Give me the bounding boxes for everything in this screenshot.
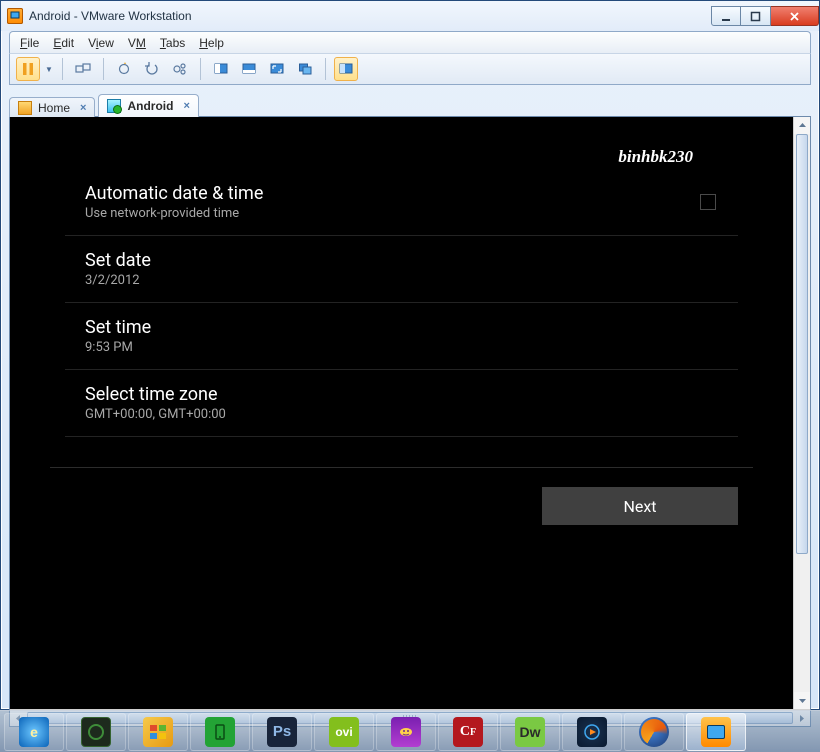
pause-menu-drop[interactable]: ▼: [44, 65, 54, 74]
task-dreamweaver[interactable]: Dw: [500, 713, 560, 751]
watermark-text: binhbk230: [618, 147, 693, 167]
windows-flag-icon: [143, 717, 173, 747]
window-title: Android - VMware Workstation: [29, 9, 192, 23]
maximize-button[interactable]: [741, 6, 771, 26]
divider: [50, 467, 753, 468]
android-setup-screen: binhbk230 Automatic date & time Use netw…: [10, 117, 793, 709]
dark-app-icon: [81, 717, 111, 747]
scroll-up-arrow[interactable]: [794, 117, 810, 134]
vmware-icon: [7, 8, 23, 24]
tabstrip: Home × Android ×: [9, 91, 811, 117]
menu-view[interactable]: View: [88, 36, 114, 50]
setting-sub: GMT+00:00, GMT+00:00: [85, 407, 718, 422]
setting-sub: 3/2/2012: [85, 273, 718, 288]
tab-home-label: Home: [38, 101, 70, 115]
setting-title: Select time zone: [85, 384, 718, 405]
menu-file[interactable]: File: [20, 36, 39, 50]
pause-button[interactable]: [16, 57, 40, 81]
menu-help[interactable]: Help: [199, 36, 224, 50]
dreamweaver-icon: Dw: [515, 717, 545, 747]
tab-android-close[interactable]: ×: [183, 100, 189, 112]
window-controls: [711, 6, 819, 26]
task-media-player[interactable]: [562, 713, 622, 751]
thumbnail-bar-button[interactable]: [237, 57, 261, 81]
revert-button[interactable]: [140, 57, 164, 81]
task-vmware-workstation[interactable]: [686, 713, 746, 751]
taskbar: e Ps ovi CF Dw: [0, 710, 820, 752]
next-button[interactable]: Next: [542, 487, 738, 525]
fullscreen-button[interactable]: [265, 57, 289, 81]
unity-button[interactable]: [293, 57, 317, 81]
task-firefox[interactable]: [624, 713, 684, 751]
menu-edit[interactable]: Edit: [53, 36, 74, 50]
row-select-time-zone[interactable]: Select time zone GMT+00:00, GMT+00:00: [65, 370, 738, 437]
vm-stage-wrap: binhbk230 Automatic date & time Use netw…: [9, 117, 811, 727]
toolbar-sep: [325, 58, 326, 80]
toolbar-sep: [103, 58, 104, 80]
task-photoshop[interactable]: Ps: [252, 713, 312, 751]
settings-list: Automatic date & time Use network-provid…: [65, 169, 738, 437]
tab-home-close[interactable]: ×: [80, 102, 86, 114]
vm-console[interactable]: binhbk230 Automatic date & time Use netw…: [10, 117, 793, 709]
vm-icon: [107, 99, 121, 113]
setting-title: Set date: [85, 250, 718, 271]
tab-home[interactable]: Home ×: [9, 97, 95, 118]
ie-icon: e: [19, 717, 49, 747]
task-internet-explorer[interactable]: e: [4, 713, 64, 751]
setting-sub: 9:53 PM: [85, 340, 718, 355]
ovi-icon: ovi: [329, 717, 359, 747]
firefox-icon: [639, 717, 669, 747]
close-button[interactable]: [771, 6, 819, 26]
setting-sub: Use network-provided time: [85, 206, 718, 221]
devices-button[interactable]: [71, 57, 95, 81]
next-button-label: Next: [623, 497, 656, 516]
task-yahoo[interactable]: [376, 713, 436, 751]
tab-android[interactable]: Android ×: [98, 94, 198, 117]
yahoo-icon: [391, 717, 421, 747]
task-coldfusion[interactable]: CF: [438, 713, 498, 751]
toolbar-sep: [200, 58, 201, 80]
row-set-date[interactable]: Set date 3/2/2012: [65, 236, 738, 303]
snapshot-button[interactable]: [112, 57, 136, 81]
menu-tabs[interactable]: Tabs: [160, 36, 185, 50]
manage-snapshots-button[interactable]: [168, 57, 192, 81]
toolbar: ▼: [9, 53, 811, 85]
titlebar[interactable]: Android - VMware Workstation: [1, 1, 819, 31]
device-icon: [205, 717, 235, 747]
scroll-thumb-v[interactable]: [796, 134, 808, 554]
row-automatic-date-time[interactable]: Automatic date & time Use network-provid…: [65, 169, 738, 236]
photoshop-icon: Ps: [267, 717, 297, 747]
task-device-app[interactable]: [190, 713, 250, 751]
row-set-time[interactable]: Set time 9:53 PM: [65, 303, 738, 370]
vmware-window: Android - VMware Workstation File Edit V…: [0, 0, 820, 710]
menubar: File Edit View VM Tabs Help: [9, 31, 811, 53]
tab-android-label: Android: [127, 99, 173, 113]
task-windows-explorer[interactable]: [128, 713, 188, 751]
setting-title: Automatic date & time: [85, 183, 718, 204]
setting-title: Set time: [85, 317, 718, 338]
home-icon: [18, 101, 32, 115]
vmware-taskbar-icon: [701, 717, 731, 747]
task-ovi[interactable]: ovi: [314, 713, 374, 751]
minimize-button[interactable]: [711, 6, 741, 26]
current-view-button[interactable]: [334, 57, 358, 81]
vertical-scrollbar[interactable]: [793, 117, 810, 709]
coldfusion-icon: CF: [453, 717, 483, 747]
toolbar-sep: [62, 58, 63, 80]
media-player-icon: [577, 717, 607, 747]
show-console-button[interactable]: [209, 57, 233, 81]
task-dark-app[interactable]: [66, 713, 126, 751]
checkbox-auto-date-time[interactable]: [700, 194, 716, 210]
scroll-down-arrow[interactable]: [794, 692, 810, 709]
menu-vm[interactable]: VM: [128, 36, 146, 50]
